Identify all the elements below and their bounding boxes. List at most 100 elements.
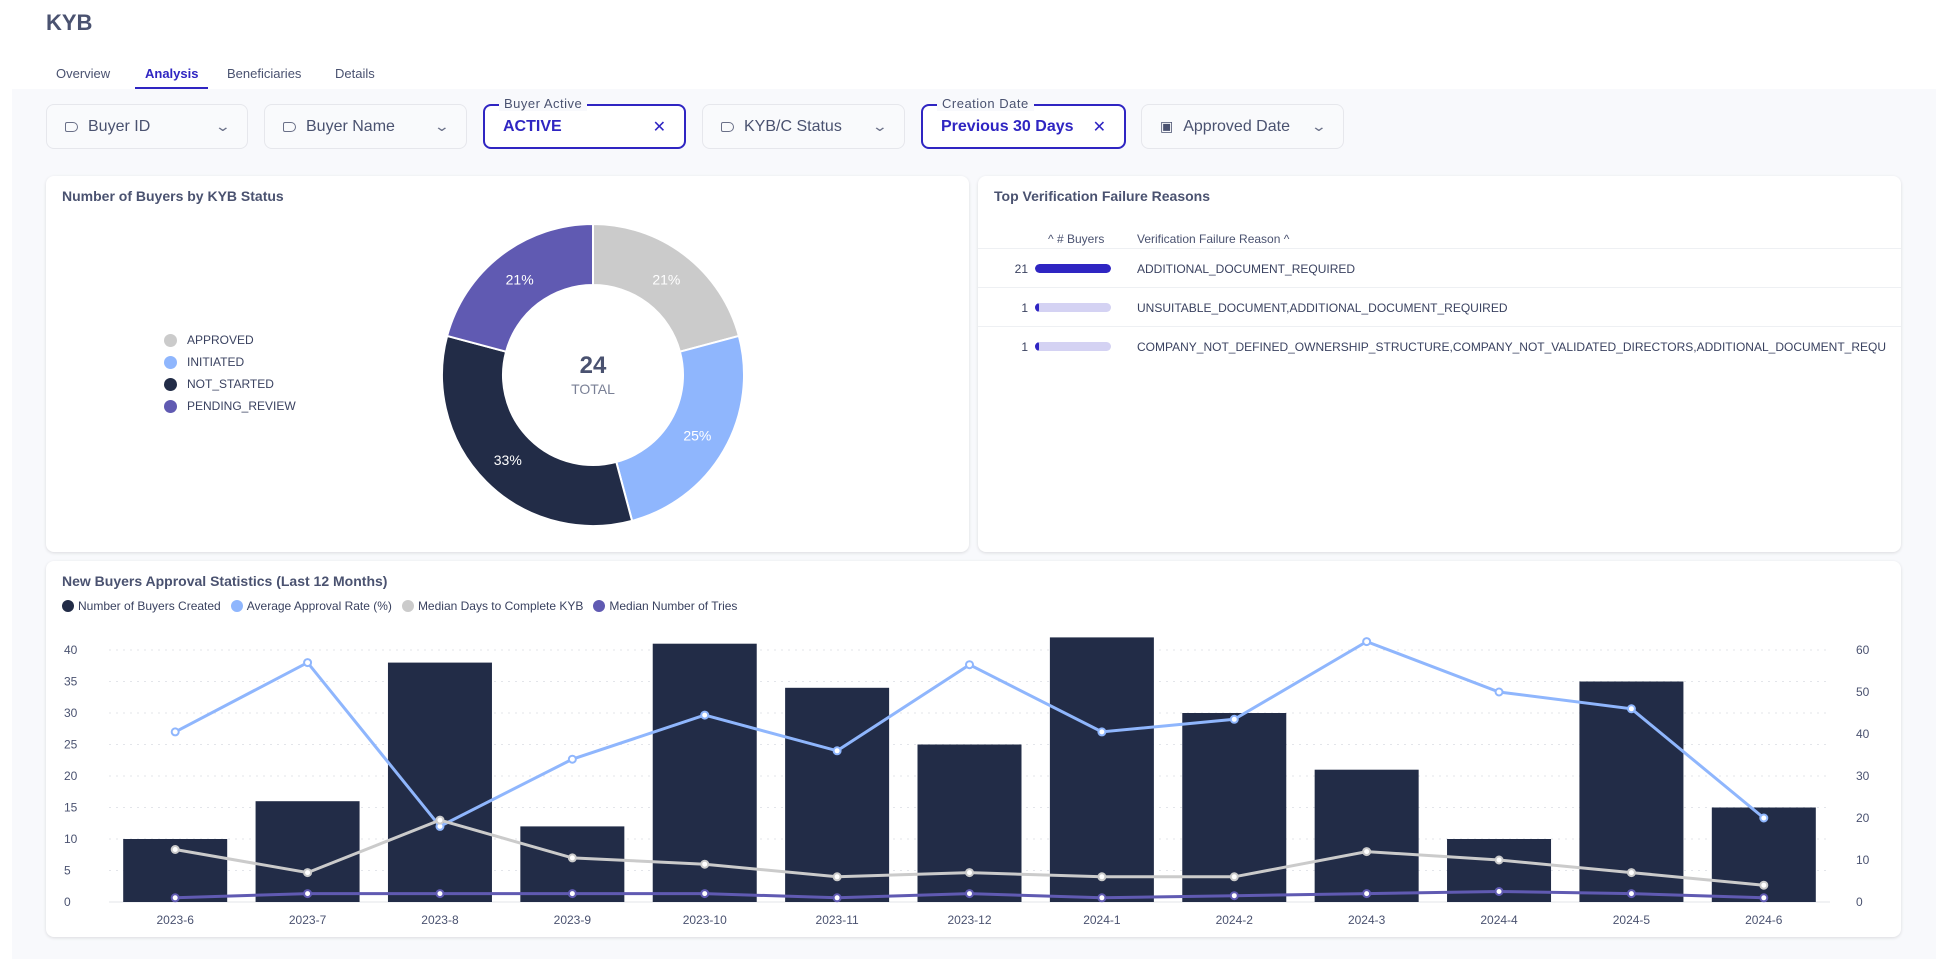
y-tick-label: 10 (64, 832, 78, 846)
data-point (170, 845, 180, 854)
filter-title: Creation Date (937, 96, 1034, 111)
y-tick-label: 0 (64, 895, 71, 909)
column-header-count[interactable]: ^ # Buyers (1048, 232, 1104, 246)
x-tick-label: 2023-8 (421, 913, 459, 927)
buyer-id-filter[interactable]: Buyer ID ⌄ (46, 104, 248, 149)
filter-label: KYB/C Status (744, 117, 842, 135)
buyer-count: 1 (1021, 301, 1028, 315)
donut-total: 24 (579, 352, 607, 379)
data-point (1759, 813, 1769, 823)
kyb-status-card: Number of Buyers by KYB Status APPROVED … (46, 176, 969, 552)
slice-label: 21% (506, 271, 534, 287)
buyer-active-filter[interactable]: Buyer Active ACTIVE ✕ (483, 96, 686, 149)
x-tick-label: 2023-10 (683, 913, 727, 927)
slice-label: 33% (494, 452, 522, 468)
y-tick-label: 5 (64, 864, 71, 878)
donut-total-label: TOTAL (571, 381, 615, 397)
data-point (832, 746, 842, 756)
clear-icon[interactable]: ✕ (653, 117, 666, 137)
table-row[interactable]: 1 UNSUITABLE_DOCUMENT,ADDITIONAL_DOCUMEN… (978, 287, 1901, 327)
donut-chart: 21% 25% 33% 21% (441, 222, 745, 527)
data-point (1494, 855, 1504, 865)
page-title: KYB (46, 10, 93, 35)
table-row[interactable]: 1 COMPANY_NOT_DEFINED_OWNERSHIP_STRUCTUR… (978, 326, 1901, 366)
data-point (1097, 727, 1107, 737)
bar (255, 801, 360, 902)
tab-analysis[interactable]: Analysis (135, 66, 209, 89)
calendar-icon: ▣ (1160, 118, 1174, 134)
filter-value: ACTIVE (503, 117, 562, 135)
y-tick-label: 40 (64, 643, 78, 657)
slice-label: 21% (652, 271, 680, 287)
x-tick-label: 2024-1 (1083, 913, 1121, 927)
x-tick-label: 2023-11 (816, 913, 859, 927)
data-point (1362, 847, 1372, 857)
data-point (700, 859, 710, 869)
failure-reason: ADDITIONAL_DOCUMENT_REQUIRED (1137, 262, 1356, 276)
x-tick-label: 2023-12 (947, 913, 991, 927)
filter-title: Buyer Active (499, 96, 588, 111)
filter-label: Buyer Name (306, 117, 395, 135)
approved-date-filter[interactable]: ▣ Approved Date ⌄ (1141, 104, 1344, 149)
data-point (1229, 872, 1239, 882)
data-point (1494, 887, 1504, 896)
count-bar (1035, 342, 1111, 351)
creation-date-filter[interactable]: Creation Date Previous 30 Days ✕ (921, 96, 1126, 149)
data-point (1229, 714, 1239, 724)
chevron-down-icon: ⌄ (871, 118, 889, 134)
data-point (832, 893, 842, 903)
tag-icon (283, 121, 296, 132)
tab-details[interactable]: Details (335, 66, 375, 87)
data-point (700, 889, 710, 899)
y2-tick-label: 60 (1856, 643, 1870, 657)
y-tick-label: 30 (64, 706, 78, 720)
data-point (303, 868, 313, 878)
card-title: Top Verification Failure Reasons (994, 188, 1211, 204)
donut-slice (445, 222, 594, 353)
data-point (965, 889, 974, 899)
x-tick-label: 2024-2 (1216, 913, 1254, 927)
y-tick-label: 15 (64, 801, 78, 815)
data-point (567, 754, 577, 764)
tab-beneficiaries[interactable]: Beneficiaries (227, 66, 301, 87)
data-point (1362, 637, 1372, 647)
y2-tick-label: 0 (1856, 895, 1863, 909)
failure-reason: COMPANY_NOT_DEFINED_OWNERSHIP_STRUCTURE,… (1137, 340, 1886, 354)
data-point (1759, 880, 1769, 890)
data-point (1626, 868, 1636, 878)
x-tick-label: 2023-9 (554, 913, 592, 927)
y-tick-label: 20 (64, 769, 78, 783)
data-point (700, 710, 710, 720)
approval-stats-card: New Buyers Approval Statistics (Last 12 … (46, 561, 1901, 937)
header-label: # Buyers (1056, 232, 1105, 246)
donut-slice (592, 222, 741, 353)
data-point (1626, 704, 1636, 714)
y2-tick-label: 30 (1856, 769, 1870, 783)
header-label: Verification Failure Reason (1137, 232, 1281, 246)
column-header-reason[interactable]: Verification Failure Reason ^ (1137, 232, 1289, 246)
data-point (1626, 889, 1636, 899)
data-point (1229, 891, 1239, 901)
clear-icon[interactable]: ✕ (1093, 117, 1106, 137)
kyb-status-filter[interactable]: KYB/C Status ⌄ (702, 104, 905, 149)
tag-icon (721, 121, 734, 132)
data-point (170, 727, 180, 737)
x-tick-label: 2023-6 (157, 913, 195, 927)
x-tick-label: 2024-3 (1348, 913, 1386, 927)
bar (917, 744, 1022, 902)
data-point (1494, 687, 1504, 697)
tab-overview[interactable]: Overview (56, 66, 110, 87)
data-point (1362, 889, 1372, 899)
table-row[interactable]: 21 ADDITIONAL_DOCUMENT_REQUIRED (978, 248, 1901, 288)
y2-tick-label: 20 (1856, 811, 1870, 825)
data-point (965, 868, 974, 878)
x-tick-label: 2024-6 (1745, 913, 1783, 927)
data-point (567, 889, 577, 899)
x-tick-label: 2023-7 (289, 913, 327, 927)
failure-reasons-card: Top Verification Failure Reasons ^ # Buy… (978, 176, 1901, 552)
data-point (1097, 893, 1107, 903)
data-point (170, 893, 180, 903)
slice-label: 25% (683, 427, 711, 443)
buyer-name-filter[interactable]: Buyer Name ⌄ (264, 104, 467, 149)
tag-icon (65, 121, 78, 132)
